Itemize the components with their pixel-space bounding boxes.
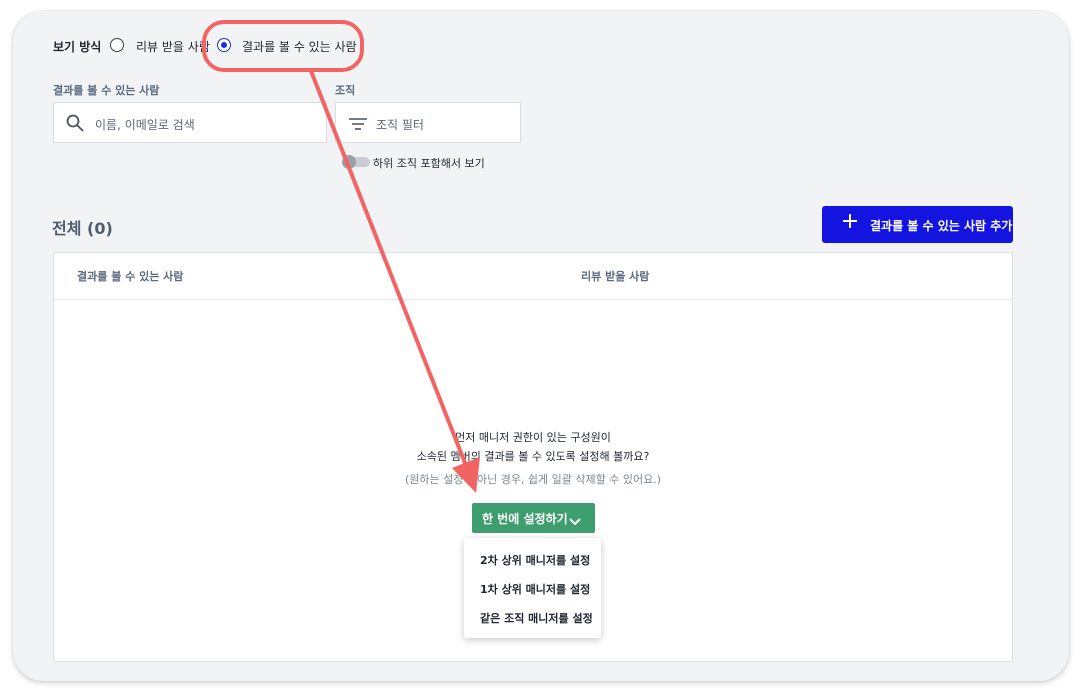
annotation-arrow <box>309 69 480 493</box>
settings-panel: 보기 방식 리뷰 받을 사람 결과를 볼 수 있는 사람 결과를 볼 수 있는 … <box>13 11 1069 681</box>
